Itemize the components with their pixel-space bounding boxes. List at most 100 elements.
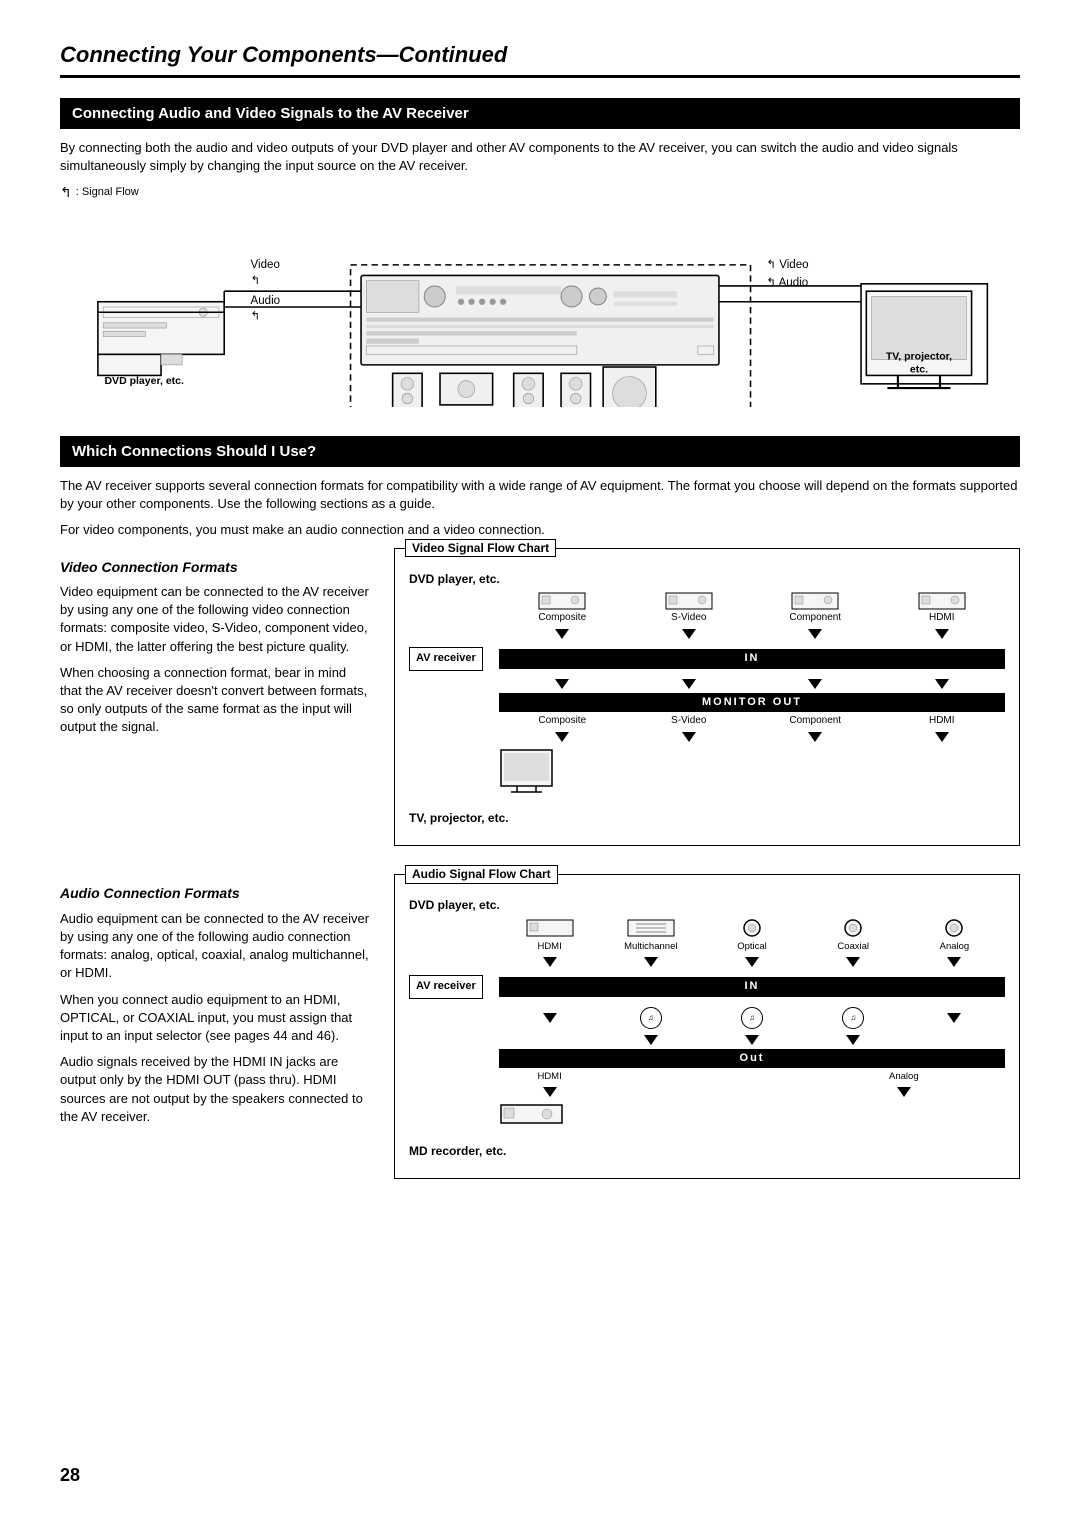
arrow-to-tv-composite — [555, 732, 569, 742]
arrow-composite-in — [555, 629, 569, 639]
afc-dvd-label: DVD player, etc. — [409, 897, 1005, 914]
afc-av-receiver: AV receiver — [409, 975, 483, 998]
audio-subheader: Audio Connection Formats — [60, 884, 370, 904]
section-connecting-signals: Connecting Audio and Video Signals to th… — [60, 98, 1020, 412]
a-arrow-multi-down — [644, 1035, 658, 1045]
a-arrow-opt-in — [745, 957, 759, 967]
audio-body3: Audio signals received by the HDMI IN ja… — [60, 1053, 370, 1126]
acol-out-analog: Analog — [803, 1070, 1005, 1083]
vfc-av-receiver: AV receiver — [409, 647, 483, 670]
signal-legend: ↰ : Signal Flow — [60, 183, 1020, 203]
a-circle-multi: ♫ — [640, 1007, 662, 1029]
a-arrow-analog-in — [947, 957, 961, 967]
section2-body1: The AV receiver supports several connect… — [60, 477, 1020, 513]
video-body2: When choosing a connection format, bear … — [60, 664, 370, 737]
afc-dvd-multichannel — [626, 918, 676, 938]
a-arrow-coax-in — [846, 957, 860, 967]
section1-body: By connecting both the audio and video o… — [60, 139, 1020, 175]
acol-out-hdmi: HDMI — [499, 1070, 600, 1083]
section1-header: Connecting Audio and Video Signals to th… — [60, 98, 1020, 129]
svg-text:↰ Audio: ↰ Audio — [766, 277, 808, 289]
page-title: Connecting Your Components—Continued — [60, 40, 1020, 71]
a-circle-opt: ♫ — [741, 1007, 763, 1029]
arrow-to-tv-hdmi — [935, 732, 949, 742]
dvd-icon-hdmi — [917, 591, 967, 611]
signal-flow-diagram: ↰ : Signal Flow DVD player, etc. — [60, 183, 1020, 412]
video-chart-title: Video Signal Flow Chart — [405, 539, 556, 558]
video-subheader: Video Connection Formats — [60, 558, 370, 578]
page-number: 28 — [60, 1463, 80, 1488]
dvd-icon-composite — [537, 591, 587, 611]
video-left-col: Video Connection Formats Video equipment… — [60, 548, 370, 867]
a-arrow-out-hdmi — [543, 1087, 557, 1097]
video-body1: Video equipment can be connected to the … — [60, 583, 370, 656]
svg-text:↰: ↰ — [251, 310, 261, 322]
tv-icon — [499, 748, 554, 793]
arrow-to-tv-svideo — [682, 732, 696, 742]
top-diagram-svg: DVD player, etc. — [60, 207, 1020, 407]
a-arrow-multi-in — [644, 957, 658, 967]
afc-dvd-hdmi — [525, 918, 575, 938]
acol-hdmi: HDMI — [499, 940, 600, 953]
svg-text:DVD player, etc.: DVD player, etc. — [104, 375, 184, 387]
page-header: Connecting Your Components—Continued — [60, 40, 1020, 78]
title-text: Connecting Your Components — [60, 42, 377, 67]
afc-dvd-analog — [944, 918, 964, 938]
arrow-to-tv-component — [808, 732, 822, 742]
dvd-icon-component — [790, 591, 840, 611]
arrow-hdmi-out — [935, 679, 949, 689]
afc-out-bar: Out — [499, 1049, 1005, 1068]
afc-dvd-coaxial — [843, 918, 863, 938]
vfc-monitor-out-bar: MONITOR OUT — [499, 693, 1005, 712]
svg-text:Audio: Audio — [251, 295, 281, 307]
vcol-bottom-composite: Composite — [499, 714, 626, 728]
arrow-component-out — [808, 679, 822, 689]
section-which-connections: Which Connections Should I Use? The AV r… — [60, 436, 1020, 1199]
acol-optical: Optical — [701, 940, 802, 953]
svg-text:etc.: etc. — [910, 363, 928, 375]
video-right-col: Video Signal Flow Chart DVD player, etc. — [394, 548, 1020, 867]
audio-body1: Audio equipment can be connected to the … — [60, 910, 370, 983]
arrow-svideo-in — [682, 629, 696, 639]
vcol-hdmi: HDMI — [879, 611, 1006, 625]
a-arrow-out-analog — [897, 1087, 911, 1097]
arrow-composite-out — [555, 679, 569, 689]
vfc-in-bar: IN — [499, 649, 1005, 668]
a-circle-coax: ♫ — [842, 1007, 864, 1029]
vfc-dvd-label: DVD player, etc. — [409, 571, 1005, 588]
a-arrow-opt-down — [745, 1035, 759, 1045]
title-continued: —Continued — [377, 42, 508, 67]
arrow-hdmi-in — [935, 629, 949, 639]
a-arrow-hdmi-pass — [543, 1013, 557, 1023]
afc-md-label: MD recorder, etc. — [409, 1143, 1005, 1160]
a-arrow-analog-mid — [947, 1013, 961, 1023]
vcol-bottom-hdmi: HDMI — [879, 714, 1006, 728]
vcol-composite: Composite — [499, 611, 626, 625]
a-arrow-coax-down — [846, 1035, 860, 1045]
acol-coaxial: Coaxial — [803, 940, 904, 953]
acol-out-empty — [600, 1070, 802, 1083]
svg-text:TV, projector,: TV, projector, — [886, 350, 952, 362]
afc-dvd-optical — [742, 918, 762, 938]
dvd-icon-svideo — [664, 591, 714, 611]
acol-multichannel: Multichannel — [600, 940, 701, 953]
a-arrow-hdmi-in — [543, 957, 557, 967]
vcol-bottom-component: Component — [752, 714, 879, 728]
arrow-svideo-out — [682, 679, 696, 689]
vfc-tv-label: TV, projector, etc. — [409, 810, 1005, 827]
audio-chart-title: Audio Signal Flow Chart — [405, 865, 558, 884]
audio-connection-section: Audio Connection Formats Audio equipment… — [60, 874, 1020, 1198]
vcol-svideo: S-Video — [626, 611, 753, 625]
arrow-component-in — [808, 629, 822, 639]
md-icon — [499, 1103, 564, 1125]
vcol-bottom-svideo: S-Video — [626, 714, 753, 728]
audio-left-col: Audio Connection Formats Audio equipment… — [60, 874, 370, 1198]
video-flow-chart: Video Signal Flow Chart DVD player, etc. — [394, 548, 1020, 847]
vcol-component: Component — [752, 611, 879, 625]
svg-text:↰: ↰ — [251, 275, 261, 287]
audio-right-col: Audio Signal Flow Chart DVD player, etc. — [394, 874, 1020, 1198]
svg-text:Video: Video — [251, 259, 280, 271]
audio-body2: When you connect audio equipment to an H… — [60, 991, 370, 1046]
audio-flow-chart: Audio Signal Flow Chart DVD player, etc. — [394, 874, 1020, 1178]
section2-header: Which Connections Should I Use? — [60, 436, 1020, 467]
